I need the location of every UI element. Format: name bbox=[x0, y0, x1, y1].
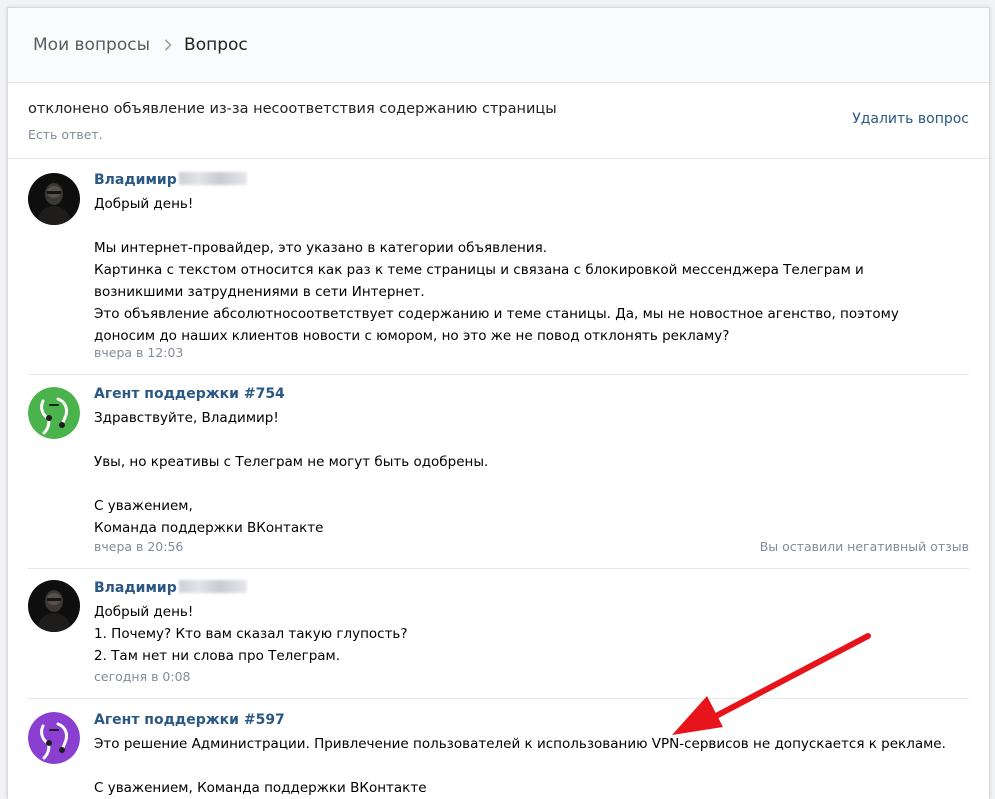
question-header bbox=[8, 83, 989, 159]
author-name: Владимир bbox=[94, 580, 177, 596]
message-divider bbox=[28, 374, 969, 375]
agent-avatar[interactable] bbox=[28, 387, 80, 439]
agent-avatar[interactable] bbox=[28, 712, 80, 764]
message-author[interactable]: Агент поддержки #754 bbox=[94, 386, 285, 402]
message-time: вчера в 12:03 bbox=[94, 345, 184, 360]
question-title: отклонено объявление из-за несоответстви… bbox=[28, 101, 557, 117]
message-divider bbox=[28, 568, 969, 569]
message-author[interactable]: Агент поддержки #597 bbox=[94, 712, 285, 728]
user-avatar[interactable] bbox=[28, 173, 80, 225]
message-text: Здравствуйте, Владимир! Увы, но креативы… bbox=[94, 410, 489, 536]
redacted-surname bbox=[178, 172, 247, 185]
breadcrumb-current: Вопрос bbox=[184, 35, 248, 55]
message-text: Добрый день! Мы интернет-провайдер, это … bbox=[94, 196, 899, 344]
author-name: Владимир bbox=[94, 172, 177, 188]
breadcrumb: Мои вопросы Вопрос bbox=[8, 8, 989, 83]
delete-question-link[interactable]: Удалить вопрос bbox=[852, 111, 969, 127]
support-question-panel: Мои вопросы Вопрос отклонено объявление … bbox=[7, 7, 990, 799]
message-author[interactable]: Владимир bbox=[94, 580, 247, 596]
negative-feedback-note: Вы оставили негативный отзыв bbox=[759, 539, 969, 554]
message-time: вчера в 20:56 bbox=[94, 539, 184, 554]
breadcrumb-my-questions-link[interactable]: Мои вопросы bbox=[33, 35, 150, 55]
chevron-right-icon bbox=[164, 39, 172, 51]
question-status: Есть ответ. bbox=[28, 127, 103, 142]
redacted-surname bbox=[178, 580, 247, 593]
message-author[interactable]: Владимир bbox=[94, 172, 247, 188]
user-avatar[interactable] bbox=[28, 580, 80, 632]
message-text: Добрый день! 1. Почему? Кто вам сказал т… bbox=[94, 604, 408, 664]
message-text: Это решение Администрации. Привлечение п… bbox=[94, 736, 946, 796]
message-divider bbox=[28, 698, 969, 699]
message-time: сегодня в 0:08 bbox=[94, 669, 191, 684]
